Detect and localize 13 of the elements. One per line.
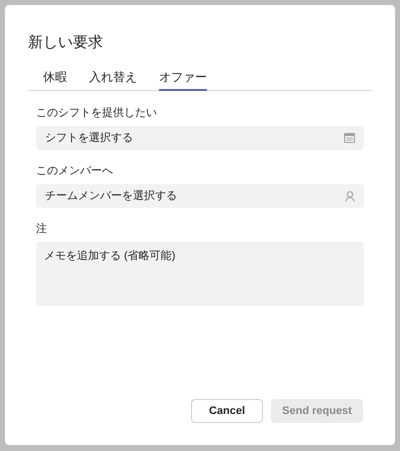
field-label: 注 <box>36 222 48 237</box>
note-field[interactable]: メモを追加する (省略可能) <box>36 242 364 306</box>
tab[interactable]: オファー <box>159 68 207 91</box>
person-icon <box>345 191 355 202</box>
dialog-title: 新しい要求 <box>28 33 104 53</box>
select-field[interactable]: シフトを選択する <box>36 126 364 150</box>
tab[interactable]: 入れ替え <box>89 68 137 91</box>
tab[interactable]: 休暇 <box>43 68 67 91</box>
field-label: このシフトを提供したい <box>36 106 158 121</box>
dialog-button[interactable]: Cancel <box>191 399 263 423</box>
select-field[interactable]: チームメンバーを選択する <box>36 184 364 208</box>
calendar-icon <box>344 133 355 143</box>
field-label: このメンバーへ <box>36 164 114 179</box>
